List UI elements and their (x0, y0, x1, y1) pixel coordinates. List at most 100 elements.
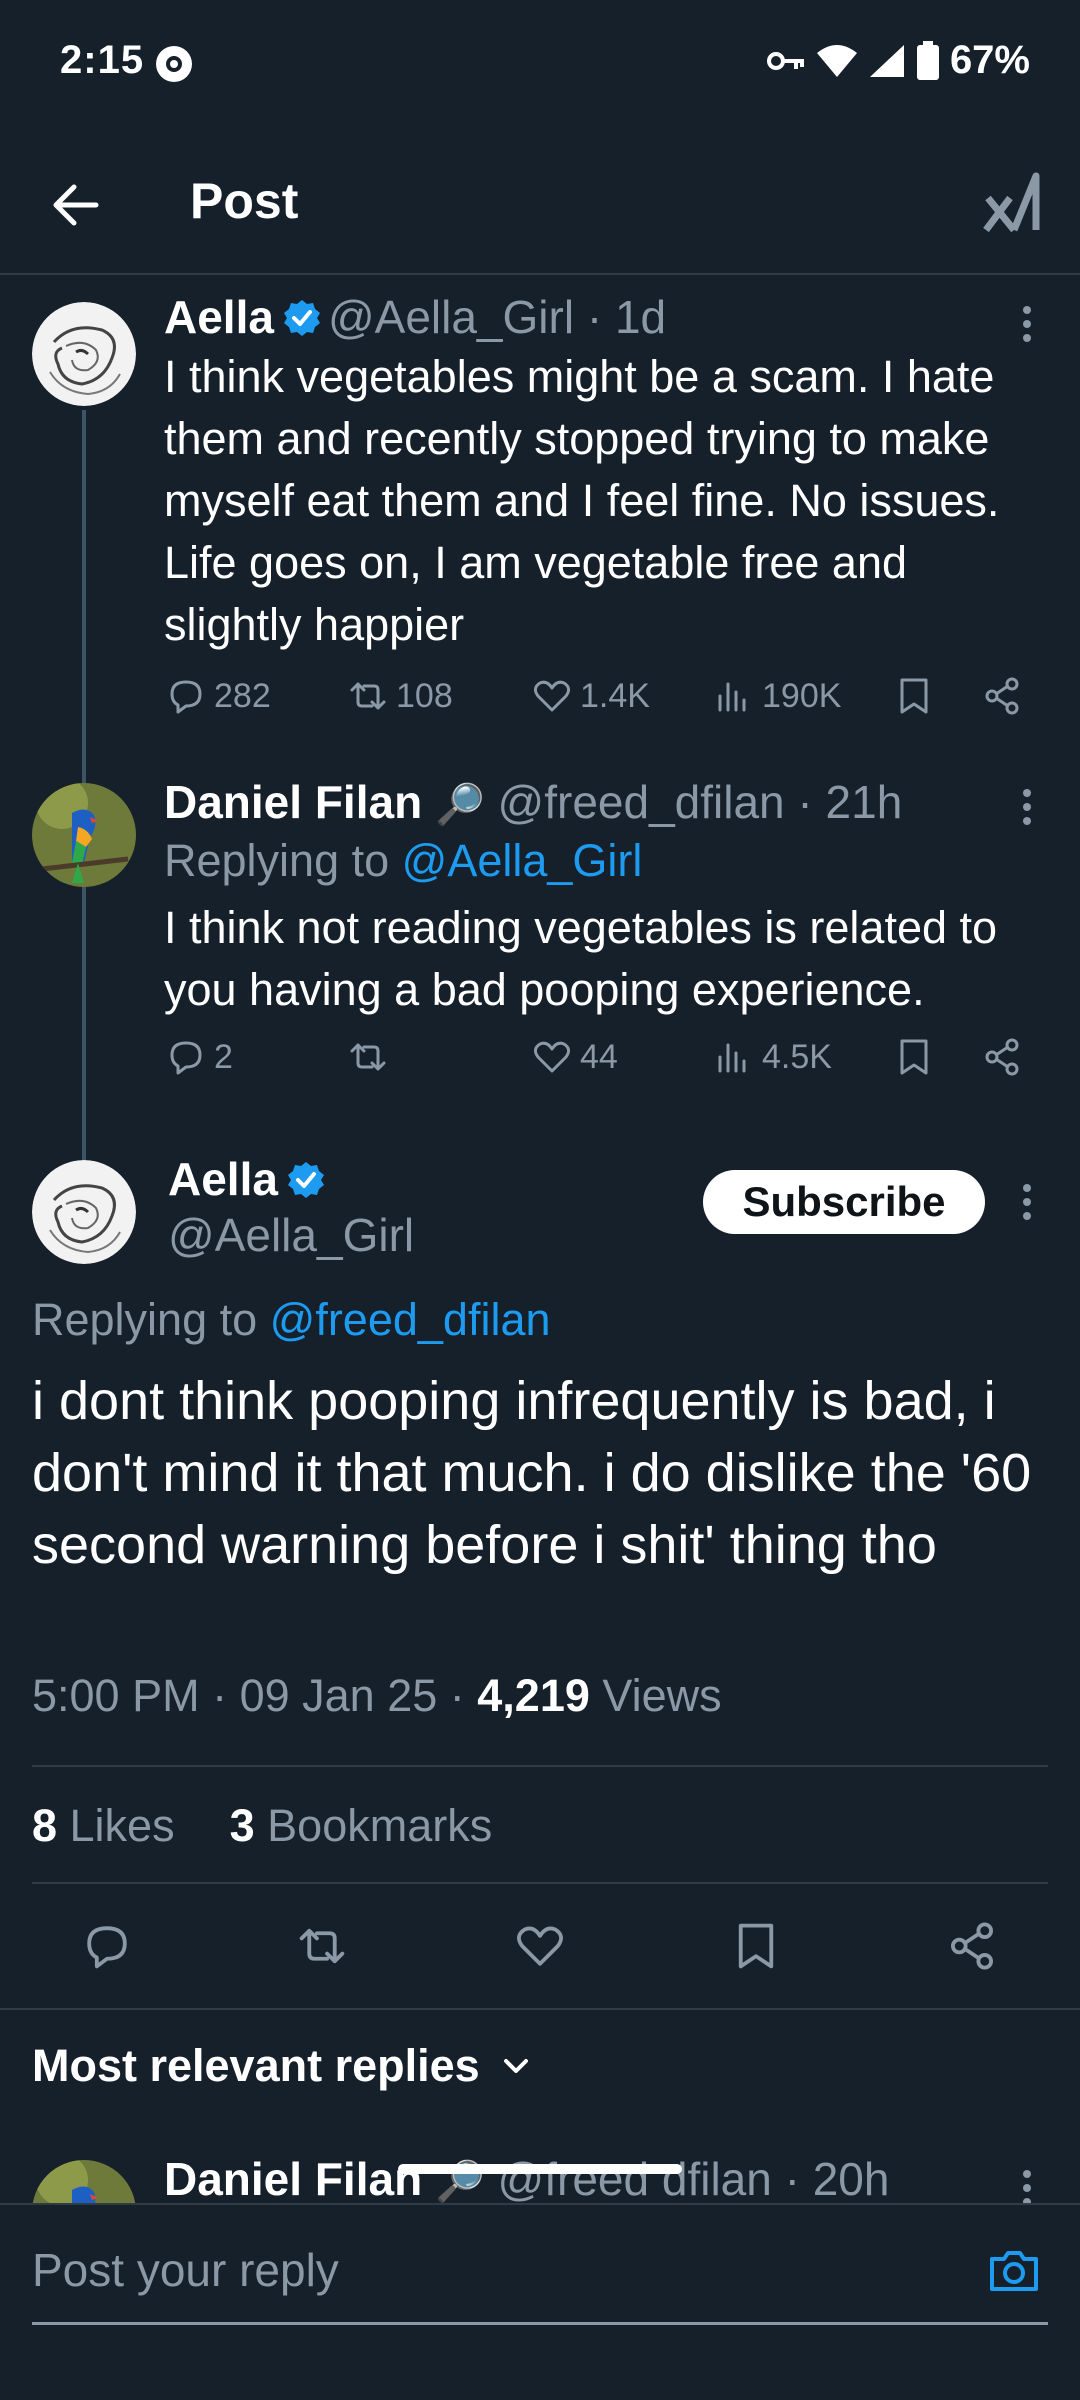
reply-button[interactable]: 2 (164, 1035, 233, 1079)
avatar-sketch-image (32, 302, 136, 406)
battery-percent: 67% (949, 38, 1030, 82)
tweet-author-line: Daniel Filan 🔎 @freed dfilan · 20h (164, 2152, 889, 2203)
repost-button[interactable] (346, 1035, 396, 1079)
author-name[interactable]: Daniel Filan (164, 2153, 422, 2203)
heart-icon (533, 680, 571, 712)
tweet-time: · 20h (771, 2153, 890, 2203)
reply-count: 282 (214, 676, 271, 715)
tweet-actions: 2 44 4.5K (164, 1035, 1034, 1095)
avatar-sketch-image (32, 1160, 136, 1264)
replies-sort-label: Most relevant replies (32, 2040, 480, 2091)
more-options-icon[interactable] (1017, 1180, 1037, 1224)
replying-to-handle[interactable]: @freed_dfilan (270, 1294, 551, 1345)
like-count: 44 (580, 1037, 618, 1076)
replying-to-label: Replying to (32, 1294, 270, 1345)
tweet-actions: 282 108 1.4K 190K (164, 674, 1034, 734)
share-button[interactable] (980, 1035, 1024, 1079)
reply-count: 2 (214, 1037, 233, 1076)
like-count: 1.4K (580, 676, 650, 715)
magnifier-emoji: 🔎 (434, 783, 485, 827)
reply-button[interactable]: 282 (164, 674, 271, 718)
signal-icon (869, 44, 904, 77)
replies-sort-dropdown[interactable]: Most relevant replies (32, 2040, 532, 2092)
bookmark-icon[interactable] (728, 1918, 784, 1974)
tweet-timestamp: 5:00 PM (32, 1670, 200, 1721)
tweet-time: · 21h (784, 776, 903, 828)
bookmark-icon (900, 678, 928, 714)
bookmark-icon (900, 1039, 928, 1075)
tweet-author-line: Daniel Filan 🔎 @freed_dfilan · 21h (164, 775, 902, 829)
wifi-icon (816, 44, 857, 77)
likes-stat[interactable]: 8 Likes (32, 1800, 175, 1851)
divider (32, 1765, 1048, 1767)
page-title: Post (190, 173, 299, 229)
views-count: 4.5K (762, 1037, 832, 1076)
bookmark-button[interactable] (892, 674, 936, 718)
replying-to-line: Replying to @Aella_Girl (164, 835, 642, 887)
author-handle[interactable]: @freed dfilan (498, 2153, 772, 2203)
tweet-text: I think not reading vegetables is relate… (164, 902, 998, 1015)
status-time: 2:15 (60, 38, 145, 82)
divider (32, 1882, 1048, 1884)
input-underline (32, 2322, 1048, 2325)
author-handle[interactable]: @Aella_Girl (328, 291, 574, 343)
back-arrow-icon[interactable] (40, 170, 110, 240)
repost-icon (350, 1043, 386, 1071)
reply-icon[interactable] (79, 1918, 135, 1974)
views-button[interactable]: 4.5K (712, 1035, 832, 1079)
main-author-name[interactable]: Aella (168, 1153, 278, 1205)
app-notification-icon (156, 46, 192, 82)
thread-tweet[interactable]: Daniel Filan 🔎 @freed_dfilan · 21h Reply… (0, 775, 1080, 1115)
like-button[interactable]: 1.4K (530, 674, 650, 718)
reply-icon (170, 1041, 202, 1075)
tweet-author-line: Aella @Aella_Girl · 1d (164, 290, 666, 344)
share-icon[interactable] (944, 1918, 1000, 1974)
author-name[interactable]: Aella (164, 291, 274, 343)
more-options-icon[interactable] (1017, 2166, 1037, 2203)
grok-logo-icon[interactable] (980, 168, 1044, 240)
reply-composer: Post your reply (0, 2203, 1080, 2400)
status-bar: 2:15 67% (0, 0, 1080, 130)
reply-icon (170, 680, 202, 714)
reply-tweet[interactable]: Daniel Filan 🔎 @freed dfilan · 20h (0, 2150, 1080, 2203)
verified-badge-icon (283, 300, 320, 336)
main-author-handle[interactable]: @Aella_Girl (168, 1208, 414, 1262)
avatar[interactable] (32, 783, 136, 887)
main-replying-to-line: Replying to @freed_dfilan (32, 1294, 551, 1346)
share-button[interactable] (980, 674, 1024, 718)
avatar-parrot-image (32, 2160, 136, 2203)
tweet-meta-line: 5:00 PM · 09 Jan 25 · 4,219 Views (32, 1670, 722, 1721)
heart-icon[interactable] (512, 1918, 568, 1974)
share-icon (985, 677, 1019, 715)
views-label: Views (589, 1670, 722, 1721)
avatar[interactable] (32, 2160, 136, 2203)
repost-count: 108 (396, 676, 453, 715)
author-handle[interactable]: @freed_dfilan (498, 776, 785, 828)
repost-button[interactable]: 108 (346, 674, 453, 718)
more-options-icon[interactable] (1017, 785, 1037, 829)
bookmarks-stat[interactable]: 3 Bookmarks (230, 1800, 493, 1851)
likes-count: 8 (32, 1800, 58, 1851)
author-name[interactable]: Daniel Filan (164, 776, 422, 828)
replying-to-label: Replying to (164, 835, 402, 886)
more-options-icon[interactable] (1017, 302, 1037, 346)
divider (0, 2008, 1080, 2010)
avatar[interactable] (32, 302, 136, 406)
reply-input[interactable]: Post your reply (32, 2243, 339, 2297)
views-button[interactable]: 190K (712, 674, 841, 718)
thread-tweet[interactable]: Aella @Aella_Girl · 1d I think vegetables… (0, 290, 1080, 750)
repost-icon[interactable] (294, 1918, 350, 1974)
subscribe-button[interactable]: Subscribe (703, 1170, 985, 1234)
likes-label: Likes (57, 1800, 175, 1851)
camera-icon[interactable] (986, 2243, 1042, 2299)
battery-icon (916, 40, 939, 80)
main-author-name-line: Aella (168, 1152, 332, 1206)
home-indicator[interactable] (398, 2164, 682, 2174)
replying-to-handle[interactable]: @Aella_Girl (402, 835, 643, 886)
like-button[interactable]: 44 (530, 1035, 618, 1079)
main-tweet-avatar[interactable] (32, 1160, 136, 1264)
status-indicators: 67% (766, 38, 1030, 83)
bookmark-button[interactable] (892, 1035, 936, 1079)
repost-icon (350, 682, 386, 710)
tweet-date: 09 Jan 25 (239, 1670, 438, 1721)
